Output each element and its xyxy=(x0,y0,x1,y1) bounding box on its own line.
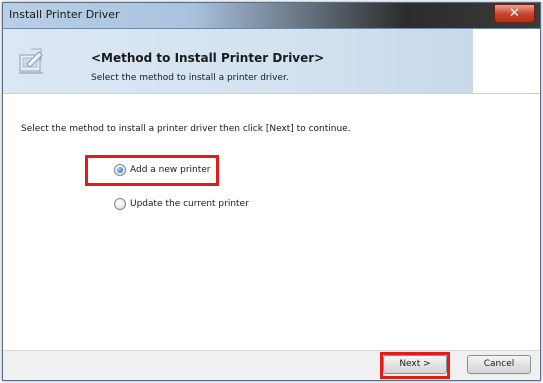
option-label: Add a new printer xyxy=(130,165,211,175)
page-subtitle: Select the method to install a printer d… xyxy=(91,73,289,83)
close-button[interactable]: ✕ xyxy=(494,4,535,23)
option-add-new-printer[interactable]: Add a new printer xyxy=(114,163,211,177)
header-divider xyxy=(3,93,540,94)
radio-add-new-printer[interactable] xyxy=(114,164,126,176)
radio-update-current-printer[interactable] xyxy=(114,198,126,210)
title-bar[interactable]: Install Printer Driver ✕ xyxy=(3,3,540,29)
next-button[interactable]: Next > xyxy=(383,355,447,374)
wizard-header: <Method to Install Printer Driver> Selec… xyxy=(3,29,473,93)
option-update-current-printer[interactable]: Update the current printer xyxy=(114,197,249,211)
header-blank-area xyxy=(473,29,540,93)
page-title: <Method to Install Printer Driver> xyxy=(91,51,325,65)
option-label: Update the current printer xyxy=(130,199,249,209)
install-printer-driver-window: Install Printer Driver ✕ <Method to Inst… xyxy=(2,2,541,381)
window-title: Install Printer Driver xyxy=(9,8,120,21)
instruction-text: Select the method to install a printer d… xyxy=(21,124,351,134)
button-bar: Next > Cancel xyxy=(3,350,540,380)
cancel-button[interactable]: Cancel xyxy=(467,355,531,374)
close-icon: ✕ xyxy=(509,6,520,21)
printer-installer-icon xyxy=(19,48,43,74)
